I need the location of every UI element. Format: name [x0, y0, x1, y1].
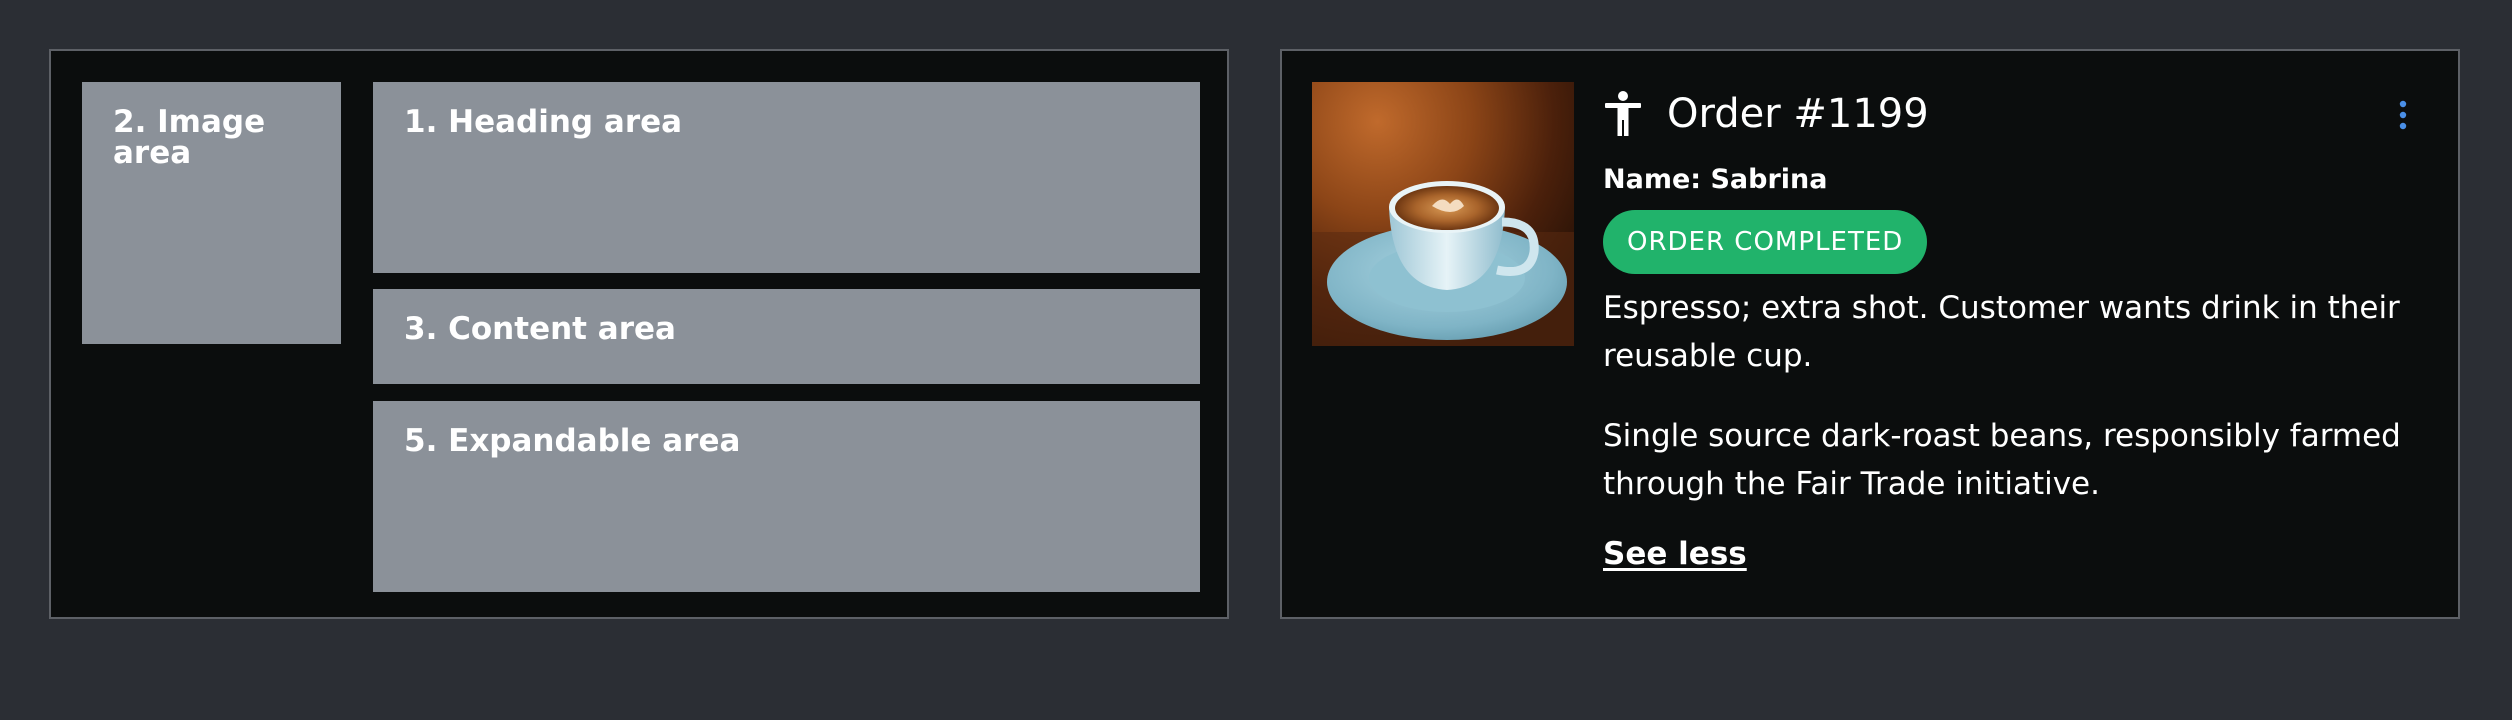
overflow-menu-button[interactable]: [2383, 92, 2423, 140]
espresso-cup-illustration: [1312, 82, 1574, 346]
order-card: Order #1199 Name: Sabrina ORDER COMPLETE…: [1280, 49, 2460, 619]
order-heading: Order #1199: [1603, 82, 2407, 150]
status-badge: ORDER COMPLETED: [1603, 210, 1928, 274]
customer-name: Name: Sabrina: [1603, 164, 1828, 195]
order-title: Order #1199: [1667, 91, 1929, 137]
heading-area-placeholder: 1. Heading area: [373, 82, 1200, 273]
order-info: Order #1199 Name: Sabrina ORDER COMPLETE…: [1603, 82, 2407, 574]
order-expanded-details: Single source dark-roast beans, responsi…: [1603, 418, 2401, 502]
content-area-placeholder: 3. Content area: [373, 289, 1200, 384]
image-area-label: 2. Image area: [113, 104, 266, 171]
see-less-link[interactable]: See less: [1603, 534, 1747, 574]
espresso-cup-photo: [1312, 82, 1574, 346]
order-description: Espresso; extra shot. Customer wants dri…: [1603, 290, 2400, 374]
content-area-label: 3. Content area: [404, 311, 676, 347]
heading-area-label: 1. Heading area: [404, 104, 683, 140]
image-area-placeholder: 2. Image area: [82, 82, 341, 344]
expandable-area-placeholder: 5. Expandable area: [373, 401, 1200, 592]
expandable-area-label: 5. Expandable area: [404, 423, 741, 459]
more-vertical-icon: [2399, 100, 2407, 130]
accessibility-icon: [1605, 91, 1641, 136]
layout-diagram-card: 2. Image area 1. Heading area 3. Content…: [49, 49, 1229, 619]
